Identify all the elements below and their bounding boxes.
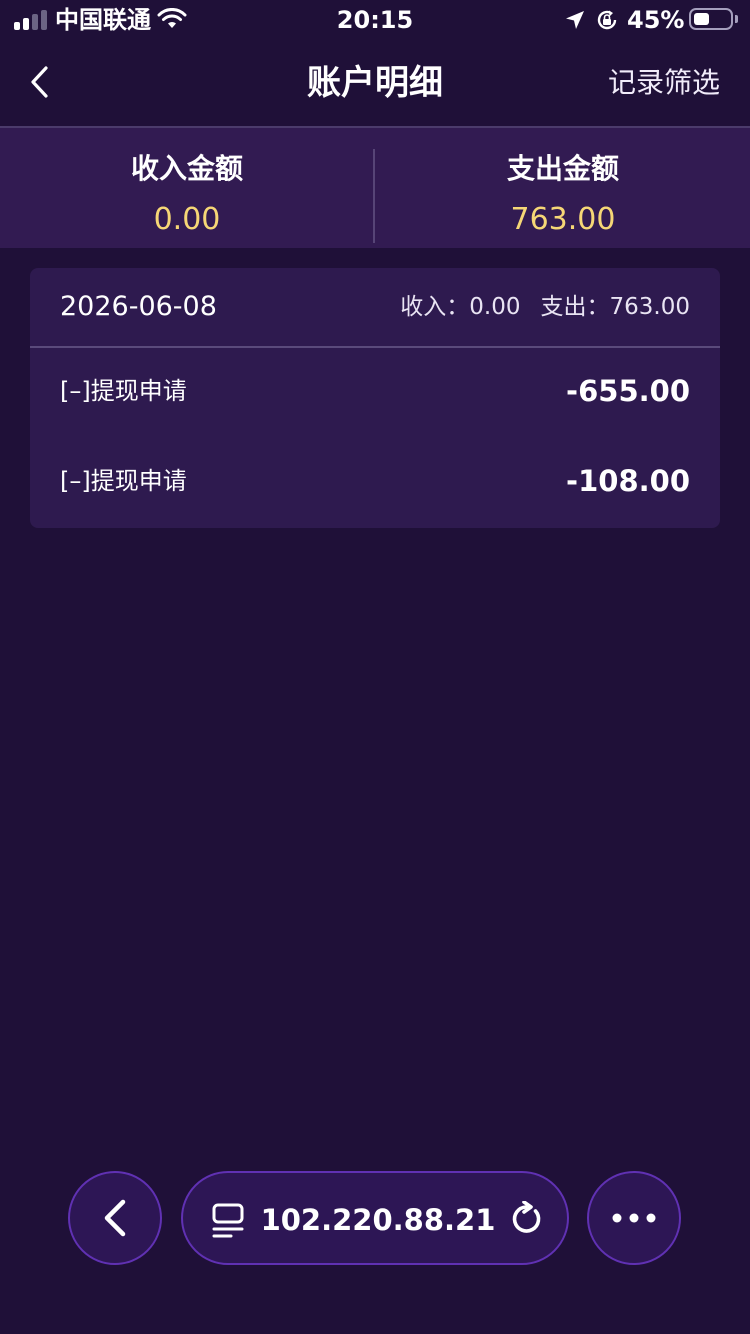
- record-date: 2026-06-08: [60, 291, 217, 322]
- expense-value: 763.00: [510, 202, 616, 237]
- income-value: 0.00: [153, 202, 221, 237]
- location-icon: [566, 11, 584, 29]
- day-income-text: 收入：0.00: [400, 294, 521, 320]
- back-icon: [104, 1199, 126, 1237]
- record-item-amount: -655.00: [566, 374, 690, 408]
- record-item[interactable]: [–]提现申请 -655.00: [30, 348, 720, 438]
- income-summary: 收入金额 0.00: [0, 128, 374, 248]
- record-item-name: [–]提现申请: [60, 467, 187, 495]
- record-card: 2026-06-08 收入：0.00 支出：763.00 [–]提现申请 -655…: [30, 268, 720, 528]
- summary-divider: [373, 149, 375, 243]
- record-item-name: [–]提现申请: [60, 377, 187, 405]
- expense-label: 支出金额: [506, 152, 619, 185]
- status-bar: 中国联通 20:15 45%: [0, 0, 750, 40]
- nav-bar: 账户明细 记录筛选: [0, 40, 750, 128]
- battery-percentage: 45%: [627, 6, 685, 34]
- battery-level: [694, 13, 710, 25]
- record-card-header: 2026-06-08 收入：0.00 支出：763.00: [30, 268, 720, 348]
- rotation-lock-icon: [597, 10, 617, 30]
- record-item[interactable]: [–]提现申请 -108.00: [30, 438, 720, 528]
- more-icon: [612, 1213, 656, 1223]
- battery-icon: [689, 8, 733, 30]
- address-bar[interactable]: 102.220.88.21: [181, 1171, 569, 1265]
- day-expense-text: 支出：763.00: [540, 294, 690, 320]
- more-options-button[interactable]: [587, 1171, 681, 1265]
- income-label: 收入金额: [130, 152, 243, 185]
- expense-summary: 支出金额 763.00: [376, 128, 750, 248]
- record-item-amount: -108.00: [566, 464, 690, 498]
- record-filter-button[interactable]: 记录筛选: [608, 62, 720, 104]
- reload-icon[interactable]: [509, 1201, 543, 1237]
- summary-panel: 收入金额 0.00 支出金额 763.00: [0, 128, 750, 248]
- record-day-totals: 收入：0.00 支出：763.00: [400, 290, 690, 324]
- battery-tip: [735, 15, 738, 23]
- browser-back-button[interactable]: [68, 1171, 162, 1265]
